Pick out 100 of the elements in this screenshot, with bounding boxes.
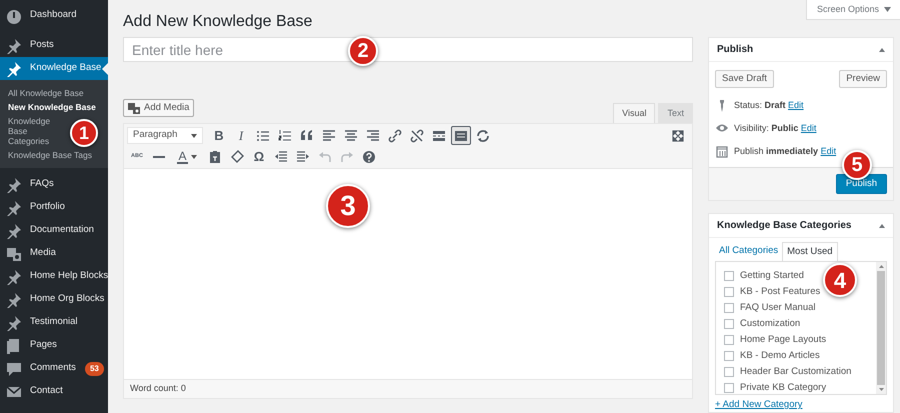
edit-link[interactable]: Edit bbox=[788, 100, 804, 110]
toolbar-button[interactable]: B bbox=[209, 126, 229, 145]
checkbox[interactable] bbox=[724, 303, 734, 313]
menu-item[interactable]: Comments 53 bbox=[0, 357, 108, 380]
submenu-item[interactable]: New Knowledge Base bbox=[8, 100, 96, 114]
editor-tab[interactable]: Visual bbox=[613, 103, 656, 123]
page-title: Add New Knowledge Base bbox=[123, 12, 312, 32]
menu-item[interactable]: Home Org Blocks bbox=[0, 288, 108, 311]
align-right-icon bbox=[366, 128, 380, 142]
editor-tab[interactable]: Text bbox=[658, 103, 693, 123]
menu-item[interactable]: Home Help Blocks bbox=[0, 265, 108, 288]
caret-icon bbox=[190, 154, 196, 158]
edit-link[interactable]: Edit bbox=[800, 122, 816, 133]
category-label: FAQ User Manual bbox=[740, 300, 816, 315]
submenu-item[interactable]: All Knowledge Base bbox=[8, 86, 84, 100]
count-badge: 53 bbox=[84, 362, 104, 376]
checkbox[interactable] bbox=[724, 271, 734, 281]
dashboard-icon bbox=[6, 8, 22, 24]
collapse-arrow-icon bbox=[879, 224, 885, 228]
redo-icon bbox=[340, 150, 354, 164]
scroll-up-icon bbox=[878, 265, 884, 268]
category-tab[interactable]: Most Used bbox=[782, 242, 838, 261]
category-label: Home Page Layouts bbox=[740, 332, 826, 347]
menu-item[interactable]: Dashboard bbox=[0, 4, 108, 27]
category-tab[interactable]: All Categories bbox=[715, 242, 782, 261]
refresh-icon bbox=[476, 128, 490, 142]
publish-setting: Visibility: Public Edit bbox=[734, 122, 816, 135]
unlink-icon bbox=[410, 128, 424, 142]
pin-icon bbox=[6, 292, 22, 308]
horizontal-line-icon bbox=[153, 156, 165, 158]
scrollbar-thumb[interactable] bbox=[877, 271, 885, 385]
pin-icon bbox=[6, 314, 22, 330]
pin-icon bbox=[6, 60, 22, 76]
screen-options-button[interactable]: Screen Options bbox=[806, 0, 900, 20]
category-label: KB - Post Features bbox=[740, 284, 820, 299]
checkbox[interactable] bbox=[724, 367, 734, 377]
add-media-button[interactable]: Add Media bbox=[123, 99, 194, 117]
pages-icon bbox=[6, 338, 22, 354]
menu-item[interactable]: Portfolio bbox=[0, 196, 108, 219]
word-count: Word count: 0 bbox=[124, 379, 692, 398]
category-label: Getting Started bbox=[740, 268, 804, 283]
toolbar-button[interactable]: Ω bbox=[249, 147, 269, 166]
toolbar-toggle-icon bbox=[454, 128, 468, 142]
submenu-item[interactable]: Knowledge Base Tags bbox=[8, 148, 92, 162]
pin-icon bbox=[717, 99, 727, 112]
pin-icon bbox=[6, 222, 22, 238]
caret-icon bbox=[884, 7, 892, 12]
checkbox[interactable] bbox=[724, 287, 734, 297]
pointer-icon bbox=[102, 63, 108, 75]
bulleted-list-icon bbox=[256, 128, 270, 142]
publish-setting: Status: Draft Edit bbox=[734, 98, 804, 112]
checkbox[interactable] bbox=[724, 319, 734, 329]
media-icon bbox=[6, 246, 22, 262]
pin-icon bbox=[6, 268, 22, 284]
pin-icon bbox=[6, 200, 22, 216]
quote-icon bbox=[300, 128, 314, 142]
menu-item[interactable]: FAQs bbox=[0, 173, 108, 196]
calendar-icon bbox=[716, 145, 728, 158]
menu-item-active[interactable]: Knowledge Base bbox=[0, 57, 108, 80]
category-label: Header Bar Customization bbox=[740, 364, 852, 379]
help-icon bbox=[362, 150, 376, 164]
toolbar-toggle-button[interactable] bbox=[451, 126, 471, 145]
checkbox[interactable] bbox=[724, 335, 734, 345]
undo-icon bbox=[318, 150, 332, 164]
menu-item[interactable]: Testimonial bbox=[0, 311, 108, 334]
caret-icon bbox=[191, 134, 197, 138]
publish-button[interactable]: Publish bbox=[836, 174, 887, 194]
edit-link[interactable]: Edit bbox=[820, 146, 836, 156]
text-color-button[interactable]: A bbox=[171, 147, 203, 166]
menu-item[interactable]: Pages bbox=[0, 334, 108, 357]
category-label: KB - Demo Articles bbox=[740, 348, 820, 363]
box-title: Publish bbox=[717, 43, 754, 57]
box-title: Knowledge Base Categories bbox=[717, 219, 852, 233]
save-draft-button[interactable]: Save Draft bbox=[715, 70, 774, 88]
numbered-list-icon bbox=[278, 128, 292, 142]
paste-text-icon bbox=[208, 150, 222, 164]
callout-number-badge: 2 bbox=[348, 36, 378, 66]
submenu-item[interactable]: Knowledge Base Categories bbox=[8, 114, 66, 148]
checkbox[interactable] bbox=[724, 383, 734, 393]
read-more-icon bbox=[432, 128, 446, 142]
format-dropdown[interactable]: Paragraph bbox=[127, 127, 203, 144]
menu-item[interactable]: Media bbox=[0, 242, 108, 265]
outdent-icon bbox=[274, 150, 288, 164]
indent-icon bbox=[296, 150, 310, 164]
preview-button[interactable]: Preview bbox=[839, 70, 887, 88]
comment-icon bbox=[6, 360, 22, 376]
collapse-arrow-icon bbox=[879, 48, 885, 52]
category-label: Private KB Category bbox=[740, 380, 826, 394]
scroll-down-icon bbox=[878, 388, 884, 391]
menu-item[interactable]: Posts bbox=[0, 34, 108, 57]
toolbar-button[interactable]: I bbox=[231, 126, 251, 145]
media-icon bbox=[128, 102, 141, 114]
publish-setting: Publish immediately Edit bbox=[734, 144, 836, 158]
align-center-icon bbox=[344, 128, 358, 142]
align-left-icon bbox=[322, 128, 336, 142]
add-category-link[interactable]: + Add New Category bbox=[715, 399, 802, 411]
checkbox[interactable] bbox=[724, 351, 734, 361]
menu-item[interactable]: Contact bbox=[0, 380, 108, 403]
menu-item[interactable]: Documentation bbox=[0, 219, 108, 242]
scrollbar[interactable] bbox=[876, 262, 886, 394]
